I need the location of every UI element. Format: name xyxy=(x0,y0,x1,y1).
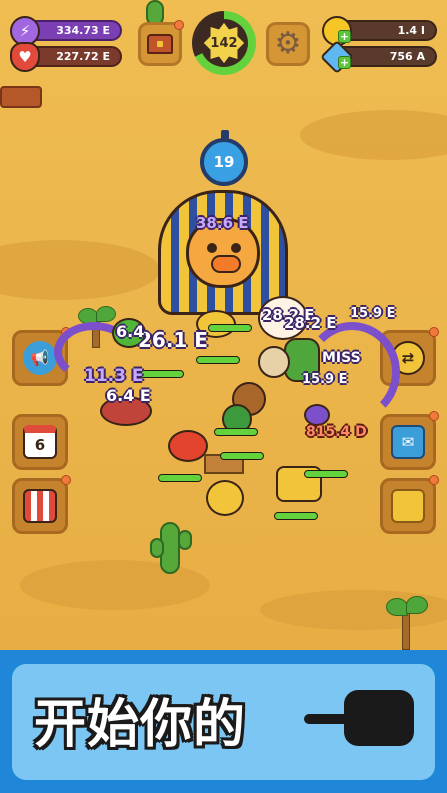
reward-chest-icon xyxy=(391,489,425,523)
promo-banner: 开始你的 xyxy=(0,650,447,793)
notification-badge xyxy=(429,475,439,485)
player-level-ring[interactable]: 142 xyxy=(192,11,256,75)
coin-counter: + 1.4 I xyxy=(322,16,437,46)
level-badge: 142 xyxy=(200,19,248,67)
banner-obscured-text xyxy=(304,686,428,750)
boss-beak xyxy=(211,255,241,273)
cactus-decoration xyxy=(178,530,192,550)
banner-title: 开始你的 xyxy=(34,695,247,755)
megaphone-icon: 📢 xyxy=(23,341,57,375)
notification-badge xyxy=(429,327,439,337)
palm-leaf xyxy=(96,306,116,322)
energy-counter: ⚡ 334.73 E xyxy=(10,16,122,46)
damage-number: 815.4 D xyxy=(306,424,367,440)
rock-decoration xyxy=(0,86,42,108)
unit-health-bar xyxy=(140,370,184,378)
palm-leaf xyxy=(386,598,408,616)
gem-value: 756 A xyxy=(389,50,425,63)
mummy-duck-unit[interactable] xyxy=(258,346,290,378)
boss-timer-value: 19 xyxy=(213,153,235,171)
damage-number: 6.4 xyxy=(116,322,145,341)
coin-value: 1.4 I xyxy=(397,24,425,37)
treasure-chest-button[interactable] xyxy=(138,20,184,66)
gear-icon: ⚙ xyxy=(274,26,302,61)
palm-tree xyxy=(402,610,410,650)
unit-health-bar xyxy=(220,452,264,460)
notification-badge xyxy=(174,20,184,30)
calendar-icon: 6 xyxy=(23,425,57,459)
boss-damage-number: 38.6 E xyxy=(196,214,249,232)
damage-number: 28.2 E xyxy=(284,314,337,332)
health-value: 227.72 E xyxy=(56,50,110,63)
sand-dune xyxy=(300,110,447,160)
fire-fox-unit[interactable] xyxy=(168,430,208,462)
unit-health-bar xyxy=(304,470,348,478)
damage-number: 15.9 E xyxy=(302,372,348,387)
mailbox-button[interactable]: ✉ xyxy=(380,411,439,470)
unit-health-bar xyxy=(196,356,240,364)
shop-button[interactable] xyxy=(12,475,71,534)
heart-icon: ♥ xyxy=(10,42,40,72)
unit-health-bar xyxy=(214,428,258,436)
boss-eye xyxy=(231,243,241,253)
boss-timer: 19 xyxy=(200,130,248,186)
settings-button[interactable]: ⚙ xyxy=(266,22,310,66)
notification-badge xyxy=(61,475,71,485)
energy-value: 334.73 E xyxy=(56,24,110,37)
sand-dune xyxy=(20,560,210,610)
mailbox-icon: ✉ xyxy=(391,425,425,459)
level-value: 142 xyxy=(203,22,245,64)
cannon-duck-unit[interactable] xyxy=(206,480,244,516)
game-field[interactable]: ⚡ 334.73 E ♥ 227.72 E 142 ⚙ + 1.4 I + 75… xyxy=(0,0,447,650)
cactus-decoration xyxy=(150,538,164,558)
add-gems-button[interactable]: + xyxy=(338,56,351,69)
damage-number: 26.1 E xyxy=(138,328,208,352)
notification-badge xyxy=(429,411,439,421)
damage-number: MISS xyxy=(322,350,361,366)
damage-number: 11.3 E xyxy=(84,366,144,386)
reward-chest-button[interactable] xyxy=(380,475,439,534)
palm-leaf xyxy=(406,596,428,614)
boss-eye xyxy=(207,243,217,253)
calendar-day: 6 xyxy=(34,436,46,454)
banner-panel: 开始你的 xyxy=(12,664,435,780)
add-coins-button[interactable]: + xyxy=(338,30,351,43)
purple-bug-enemy[interactable] xyxy=(304,404,330,426)
damage-number: 6.4 E xyxy=(106,386,151,405)
treasure-chest-icon xyxy=(147,34,173,54)
health-counter: ♥ 227.72 E xyxy=(10,42,122,72)
calendar-button[interactable]: 6 xyxy=(12,414,68,470)
gem-counter: + 756 A xyxy=(320,40,437,74)
unit-health-bar xyxy=(208,324,252,332)
damage-number: 15.9 E xyxy=(350,306,396,321)
unit-health-bar xyxy=(158,474,202,482)
shop-icon xyxy=(23,489,57,523)
sand-dune xyxy=(0,240,160,300)
unit-health-bar xyxy=(274,512,318,520)
